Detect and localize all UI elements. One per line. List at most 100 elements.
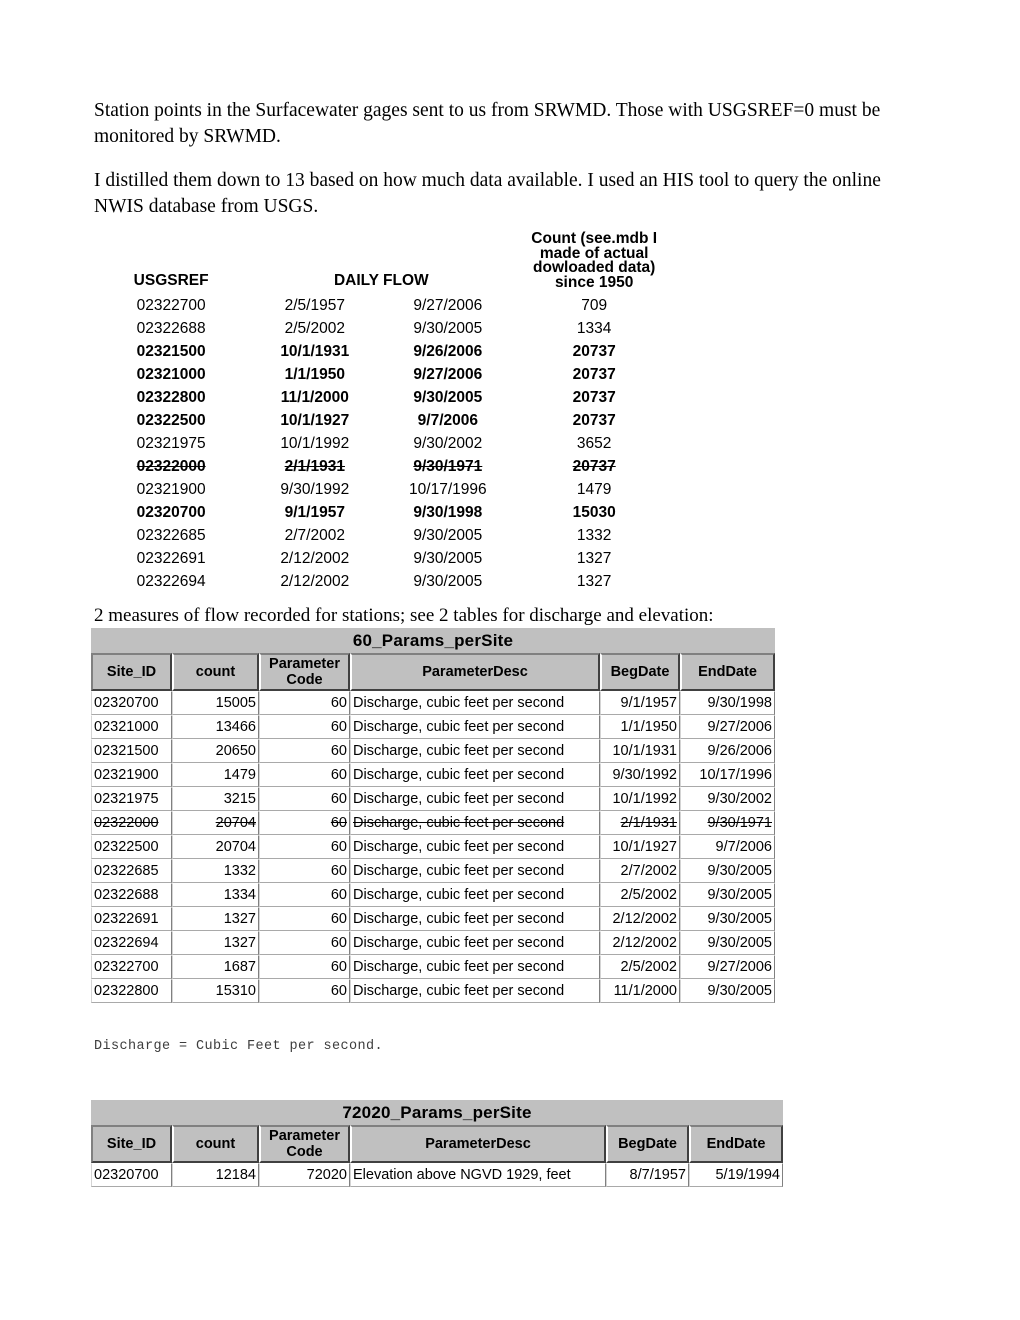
table-60-row[interactable]: 02321900 1479 60 Discharge, cubic feet per …	[91, 763, 775, 787]
table-60-cell-end-date[interactable]: 9/30/2005	[680, 883, 775, 907]
table-60-cell-beg-date[interactable]: 1/1/1950	[600, 715, 680, 739]
table-60-cell-site-id[interactable]: 02322691	[91, 907, 172, 931]
table-72020-col-end-date[interactable]: EndDate	[689, 1125, 783, 1163]
table-60-cell-parameter-code[interactable]: 60	[259, 835, 350, 859]
table-60-cell-parameter-desc[interactable]: Discharge, cubic feet per second	[350, 763, 600, 787]
table-60-cell-parameter-desc[interactable]: Discharge, cubic feet per second	[350, 715, 600, 739]
table-60-cell-beg-date[interactable]: 9/1/1957	[600, 691, 680, 715]
table-60-col-parameter-desc[interactable]: ParameterDesc	[350, 653, 600, 691]
table-60-cell-parameter-code[interactable]: 60	[259, 691, 350, 715]
table-60-cell-parameter-code[interactable]: 60	[259, 715, 350, 739]
table-60-cell-parameter-code[interactable]: 60	[259, 739, 350, 763]
table-60-cell-beg-date[interactable]: 10/1/1992	[600, 787, 680, 811]
table-60-cell-parameter-desc[interactable]: Discharge, cubic feet per second	[350, 811, 600, 835]
table-60-cell-beg-date[interactable]: 2/5/2002	[600, 883, 680, 907]
table-60-cell-count[interactable]: 1327	[172, 907, 259, 931]
table-60-row[interactable]: 02322685 1332 60 Discharge, cubic feet per …	[91, 859, 775, 883]
table-60-cell-beg-date[interactable]: 10/1/1931	[600, 739, 680, 763]
table-72020-cell-parameter-desc[interactable]: Elevation above NGVD 1929, feet	[350, 1163, 606, 1187]
table-60-cell-site-id[interactable]: 02322000	[91, 811, 172, 835]
table-60-cell-count[interactable]: 1332	[172, 859, 259, 883]
table-60-cell-beg-date[interactable]: 9/30/1992	[600, 763, 680, 787]
table-60-cell-site-id[interactable]: 02322800	[91, 979, 172, 1003]
table-60-cell-parameter-code[interactable]: 60	[259, 859, 350, 883]
table-60-cell-end-date[interactable]: 9/30/2005	[680, 931, 775, 955]
table-60-cell-parameter-desc[interactable]: Discharge, cubic feet per second	[350, 883, 600, 907]
table-60-cell-parameter-desc[interactable]: Discharge, cubic feet per second	[350, 931, 600, 955]
table-60-cell-count[interactable]: 15005	[172, 691, 259, 715]
table-60-col-end-date[interactable]: EndDate	[680, 653, 775, 691]
table-60-cell-count[interactable]: 1334	[172, 883, 259, 907]
table-60-row[interactable]: 02321975 3215 60 Discharge, cubic feet per …	[91, 787, 775, 811]
table-60-cell-parameter-desc[interactable]: Discharge, cubic feet per second	[350, 907, 600, 931]
table-60-cell-parameter-desc[interactable]: Discharge, cubic feet per second	[350, 955, 600, 979]
table-60-cell-site-id[interactable]: 02321975	[91, 787, 172, 811]
table-60-cell-parameter-code[interactable]: 60	[259, 979, 350, 1003]
table-60-cell-count[interactable]: 3215	[172, 787, 259, 811]
table-72020-col-count[interactable]: count	[172, 1125, 259, 1163]
table-60-cell-count[interactable]: 1687	[172, 955, 259, 979]
table-60-cell-end-date[interactable]: 9/30/2005	[680, 979, 775, 1003]
table-60-cell-end-date[interactable]: 9/27/2006	[680, 715, 775, 739]
table-60-row[interactable]: 02322688 1334 60 Discharge, cubic feet per …	[91, 883, 775, 907]
table-60-cell-end-date[interactable]: 9/30/2005	[680, 859, 775, 883]
table-60-cell-beg-date[interactable]: 2/12/2002	[600, 907, 680, 931]
table-60-row[interactable]: 02321000 13466 60 Discharge, cubic feet per…	[91, 715, 775, 739]
table-60-row[interactable]: 02322800 15310 60 Discharge, cubic feet per…	[91, 979, 775, 1003]
table-60-col-site-id[interactable]: Site_ID	[91, 653, 172, 691]
table-60-cell-site-id[interactable]: 02322700	[91, 955, 172, 979]
table-60-cell-site-id[interactable]: 02321500	[91, 739, 172, 763]
table-60-cell-count[interactable]: 20650	[172, 739, 259, 763]
table-60-cell-beg-date[interactable]: 10/1/1927	[600, 835, 680, 859]
table-60-cell-parameter-code[interactable]: 60	[259, 787, 350, 811]
table-60-row[interactable]: 02320700 15005 60 Discharge, cubic feet per…	[91, 691, 775, 715]
table-60-cell-parameter-code[interactable]: 60	[259, 763, 350, 787]
table-60-row[interactable]: 02321500 20650 60 Discharge, cubic feet per…	[91, 739, 775, 763]
table-60-cell-parameter-desc[interactable]: Discharge, cubic feet per second	[350, 835, 600, 859]
table-60-cell-site-id[interactable]: 02322500	[91, 835, 172, 859]
table-60-cell-beg-date[interactable]: 2/1/1931	[600, 811, 680, 835]
table-60-cell-beg-date[interactable]: 11/1/2000	[600, 979, 680, 1003]
table-60-cell-parameter-desc[interactable]: Discharge, cubic feet per second	[350, 691, 600, 715]
table-60-col-count[interactable]: count	[172, 653, 259, 691]
table-60-cell-count[interactable]: 13466	[172, 715, 259, 739]
table-72020-cell-count[interactable]: 12184	[172, 1163, 259, 1187]
table-60-cell-parameter-desc[interactable]: Discharge, cubic feet per second	[350, 979, 600, 1003]
table-60-cell-site-id[interactable]: 02322685	[91, 859, 172, 883]
table-60-cell-end-date[interactable]: 9/30/2005	[680, 907, 775, 931]
table-60-cell-site-id[interactable]: 02320700	[91, 691, 172, 715]
table-60-cell-parameter-code[interactable]: 60	[259, 931, 350, 955]
table-60-cell-site-id[interactable]: 02322694	[91, 931, 172, 955]
table-60-cell-end-date[interactable]: 10/17/1996	[680, 763, 775, 787]
table-60-cell-count[interactable]: 20704	[172, 811, 259, 835]
table-72020-col-beg-date[interactable]: BegDate	[606, 1125, 689, 1163]
table-72020-cell-end-date[interactable]: 5/19/1994	[689, 1163, 783, 1187]
table-60-cell-beg-date[interactable]: 2/5/2002	[600, 955, 680, 979]
table-60-row[interactable]: 02322691 1327 60 Discharge, cubic feet per …	[91, 907, 775, 931]
table-60-cell-parameter-desc[interactable]: Discharge, cubic feet per second	[350, 787, 600, 811]
table-60-cell-count[interactable]: 1327	[172, 931, 259, 955]
table-60-cell-end-date[interactable]: 9/30/1971	[680, 811, 775, 835]
table-60-cell-count[interactable]: 1479	[172, 763, 259, 787]
table-60-cell-count[interactable]: 15310	[172, 979, 259, 1003]
table-72020-row[interactable]: 02320700 12184 72020 Elevation above NGVD 1…	[91, 1163, 783, 1187]
table-60-cell-beg-date[interactable]: 2/12/2002	[600, 931, 680, 955]
table-60-cell-parameter-code[interactable]: 60	[259, 955, 350, 979]
table-60-cell-end-date[interactable]: 9/7/2006	[680, 835, 775, 859]
table-60-cell-end-date[interactable]: 9/30/1998	[680, 691, 775, 715]
table-60-row[interactable]: 02322000 20704 60 Discharge, cubic feet per…	[91, 811, 775, 835]
table-60-cell-parameter-desc[interactable]: Discharge, cubic feet per second	[350, 859, 600, 883]
table-60-col-beg-date[interactable]: BegDate	[600, 653, 680, 691]
table-72020-cell-beg-date[interactable]: 8/7/1957	[606, 1163, 689, 1187]
table-60-cell-parameter-desc[interactable]: Discharge, cubic feet per second	[350, 739, 600, 763]
table-72020-cell-parameter-code[interactable]: 72020	[259, 1163, 350, 1187]
table-60-cell-parameter-code[interactable]: 60	[259, 811, 350, 835]
table-60-col-parameter-code[interactable]: Parameter Code	[259, 653, 350, 691]
table-72020-cell-site-id[interactable]: 02320700	[91, 1163, 172, 1187]
table-60-cell-count[interactable]: 20704	[172, 835, 259, 859]
table-60-cell-site-id[interactable]: 02321000	[91, 715, 172, 739]
table-60-cell-end-date[interactable]: 9/27/2006	[680, 955, 775, 979]
table-60-row[interactable]: 02322500 20704 60 Discharge, cubic feet per…	[91, 835, 775, 859]
table-60-row[interactable]: 02322694 1327 60 Discharge, cubic feet per …	[91, 931, 775, 955]
table-72020-col-parameter-desc[interactable]: ParameterDesc	[350, 1125, 606, 1163]
